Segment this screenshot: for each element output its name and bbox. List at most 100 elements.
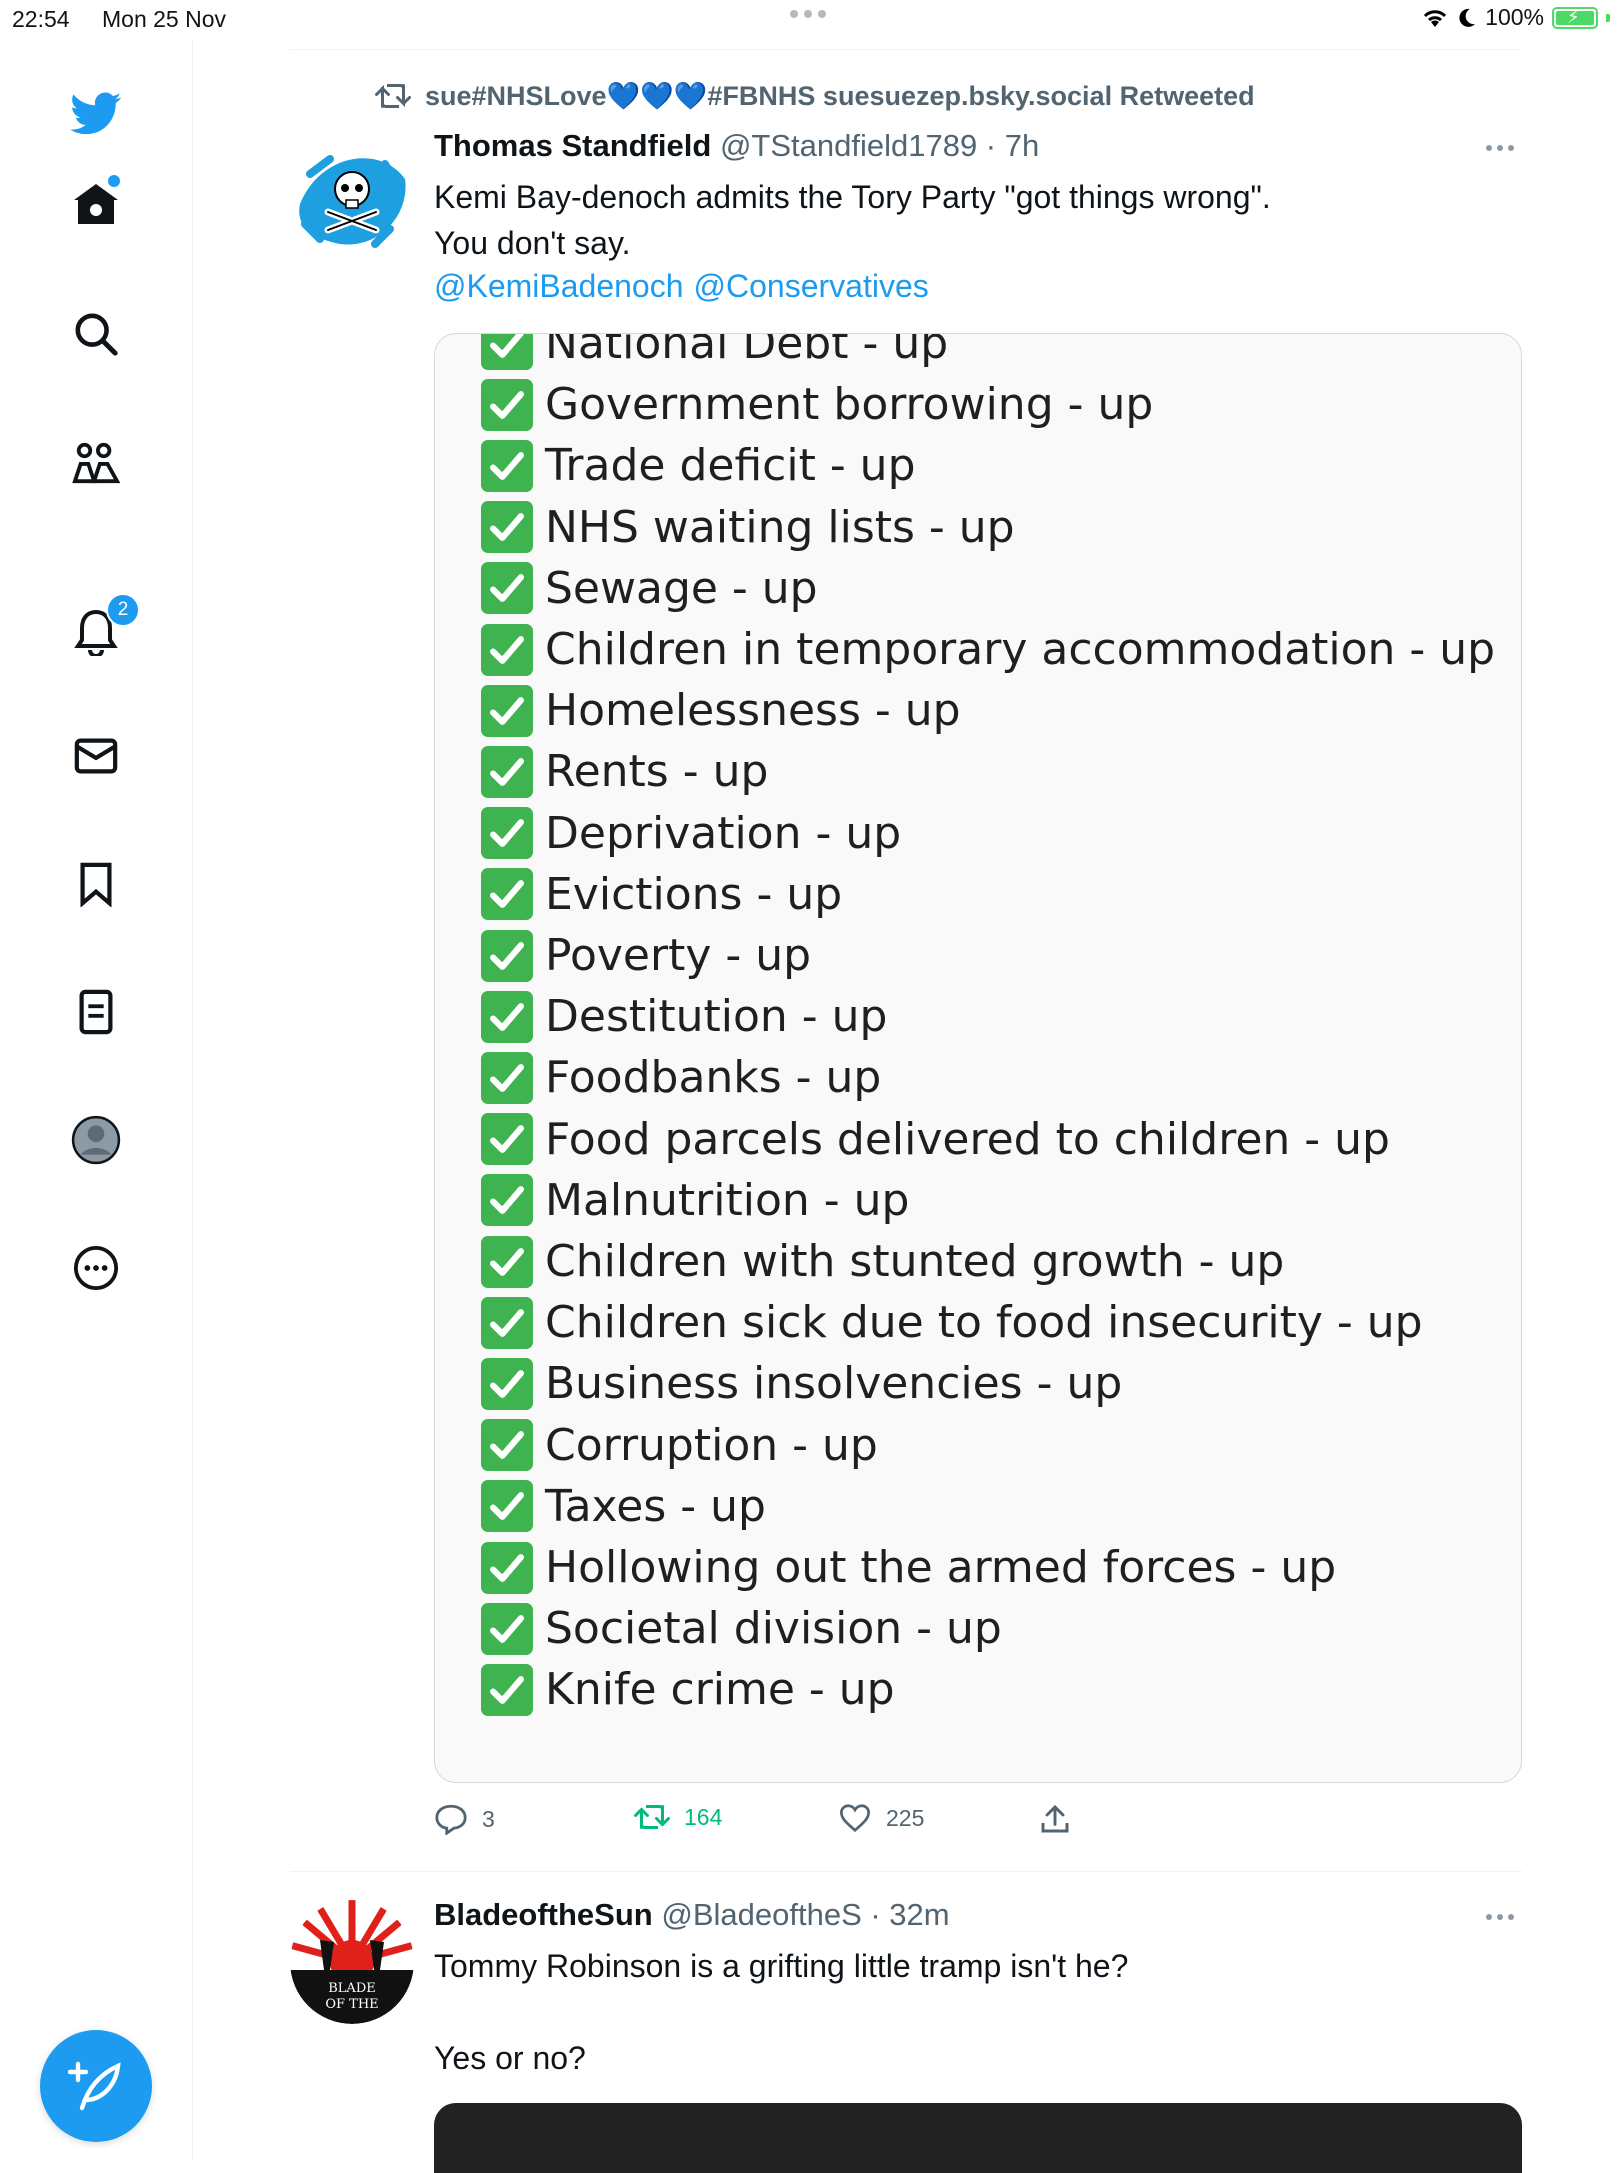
tweet-more-icon[interactable] <box>1486 1907 1526 1927</box>
status-bar: 22:54 Mon 25 Nov 100% ⚡ <box>0 0 1620 40</box>
author-name[interactable]: Thomas Standfield <box>434 128 711 163</box>
checklist-item: Hollowing out the armed forces - up <box>481 1537 1336 1598</box>
checklist-item: National Debt - up <box>481 333 949 374</box>
checklist-item-label: Children with stunted growth - up <box>545 1236 1285 1287</box>
tweet-more-icon[interactable] <box>1486 138 1526 158</box>
checklist-item: Societal division - up <box>481 1598 1002 1659</box>
mention-link[interactable]: @Conservatives <box>694 268 929 304</box>
avatar-bladeofthesun[interactable]: BLADE OF THE <box>290 1900 414 2024</box>
checklist-item-label: Business insolvencies - up <box>545 1358 1123 1410</box>
checklist-item: Trade deficit - up <box>481 435 916 496</box>
more-options-icon[interactable] <box>70 1242 122 1294</box>
check-mark-icon <box>481 990 533 1043</box>
search-icon[interactable] <box>70 308 122 360</box>
checklist-item-label: Destitution - up <box>545 991 888 1043</box>
check-mark-icon <box>481 1113 533 1166</box>
checklist-item: Corruption - up <box>481 1415 878 1476</box>
svg-text:OF THE: OF THE <box>325 1997 378 2012</box>
check-mark-icon <box>481 562 533 615</box>
checklist-item-label: Corruption - up <box>545 1419 878 1471</box>
feather-plus-icon <box>68 2061 121 2111</box>
wifi-icon <box>1424 9 1447 27</box>
checklist-item-label: Societal division - up <box>545 1603 1002 1655</box>
checklist-item-label: Hollowing out the armed forces - up <box>545 1542 1337 1593</box>
like-count: 225 <box>886 1804 925 1831</box>
check-mark-icon <box>481 1419 533 1472</box>
check-mark-icon <box>481 929 533 982</box>
mention-link[interactable]: @KemiBadenoch <box>434 268 684 304</box>
checklist-item: Children with stunted growth - up <box>481 1231 1284 1292</box>
check-mark-icon <box>481 1174 533 1227</box>
share-icon <box>1041 1804 1069 1833</box>
retweet-button[interactable]: 164 <box>634 1803 722 1831</box>
messages-icon[interactable] <box>70 730 122 782</box>
share-button[interactable] <box>1040 1803 1070 1835</box>
compose-tweet-button[interactable] <box>40 2030 152 2142</box>
checklist-item-label: Poverty - up <box>545 930 812 981</box>
status-time: 22:54 <box>12 6 70 32</box>
retweet-banner-text: sue#NHSLove💙💙💙#FBNHS suesuezep.bsky.soci… <box>425 81 1255 111</box>
checklist-item: Rents - up <box>481 741 768 802</box>
checklist-item: Children in temporary accommodation - up <box>481 619 1495 680</box>
check-mark-icon <box>481 1296 533 1349</box>
like-button[interactable]: 225 <box>838 1803 924 1833</box>
lists-icon[interactable] <box>70 986 122 1038</box>
reply-button[interactable]: 3 <box>434 1803 495 1835</box>
checklist-item-label: NHS waiting lists - up <box>545 501 1015 553</box>
checklist-item-label: Malnutrition - up <box>545 1174 910 1226</box>
checklist-item: NHS waiting lists - up <box>481 497 1015 558</box>
avatar-text: BLADE <box>328 1981 376 1996</box>
checklist-item: Government borrowing - up <box>481 374 1153 435</box>
communities-icon[interactable] <box>70 436 122 488</box>
tweet-actions: 3 164 225 <box>434 1803 1134 1843</box>
reply-icon <box>435 1804 467 1835</box>
tweet-header: Thomas Standfield @TStandfield1789 · 7h <box>434 128 1039 164</box>
heart-icon <box>839 1804 871 1833</box>
tweet-header: BladeoftheSun @BladeoftheS · 32m <box>434 1897 950 1933</box>
checklist-item-label: National Debt - up <box>545 333 949 369</box>
checklist-item-label: Trade deficit - up <box>545 440 916 492</box>
twitter-logo-icon[interactable] <box>70 88 122 140</box>
retweet-count: 164 <box>684 1803 723 1830</box>
retweet-banner[interactable]: sue#NHSLove💙💙💙#FBNHS suesuezep.bsky.soci… <box>375 80 1255 112</box>
check-mark-icon <box>481 1357 533 1410</box>
checklist-item-label: Foodbanks - up <box>545 1052 882 1104</box>
avatar-thomas-standfield[interactable] <box>290 134 414 258</box>
checklist-item: Homelessness - up <box>481 680 961 741</box>
tweet-text: Kemi Bay-denoch admits the Tory Party "g… <box>434 179 1271 261</box>
checklist-item: Taxes - up <box>481 1476 766 1537</box>
status-date: Mon 25 Nov <box>102 6 227 32</box>
check-mark-icon <box>481 1480 533 1533</box>
author-handle[interactable]: @TStandfield1789 · 7h <box>720 128 1039 163</box>
status-right: 100% ⚡ <box>1421 4 1610 31</box>
checklist-item: Sewage - up <box>481 558 818 619</box>
checklist-item-label: Deprivation - up <box>545 807 902 859</box>
check-mark-icon <box>481 745 533 798</box>
checklist-item: Evictions - up <box>481 864 842 925</box>
checklist-item-label: Rents - up <box>545 746 769 798</box>
author-handle[interactable]: @BladeoftheS · 32m <box>661 1897 949 1932</box>
bookmarks-icon[interactable] <box>70 858 122 910</box>
reply-count: 3 <box>482 1805 495 1832</box>
multitasking-dots-icon[interactable] <box>790 10 826 18</box>
check-mark-icon <box>481 1602 533 1655</box>
checklist-item-label: Children sick due to food insecurity - u… <box>545 1297 1423 1349</box>
checklist-item-label: Food parcels delivered to children - up <box>545 1113 1390 1165</box>
checklist-item: Knife crime - up <box>481 1659 895 1720</box>
battery-icon: ⚡ <box>1552 6 1598 29</box>
check-mark-icon <box>481 1235 533 1288</box>
tweet-divider <box>290 1871 1522 1872</box>
checklist-item: Destitution - up <box>481 986 887 1047</box>
checklist-item: Foodbanks - up <box>481 1047 881 1108</box>
author-name[interactable]: BladeoftheSun <box>434 1897 653 1932</box>
profile-avatar-icon[interactable] <box>70 1114 122 1166</box>
tweet-media-preview[interactable] <box>434 2103 1522 2173</box>
tweet-mentions: @KemiBadenoch @Conservatives <box>434 268 939 305</box>
checklist-item-label: Government borrowing - up <box>545 379 1154 431</box>
tweet-image-card[interactable]: National Debt - up Government borrowing -… <box>434 333 1522 1783</box>
battery-percent: 100% <box>1485 4 1544 30</box>
checklist-item: Malnutrition - up <box>481 1170 909 1231</box>
check-mark-icon <box>481 684 533 737</box>
checklist-item-label: Evictions - up <box>545 868 843 920</box>
check-mark-icon <box>481 807 533 860</box>
